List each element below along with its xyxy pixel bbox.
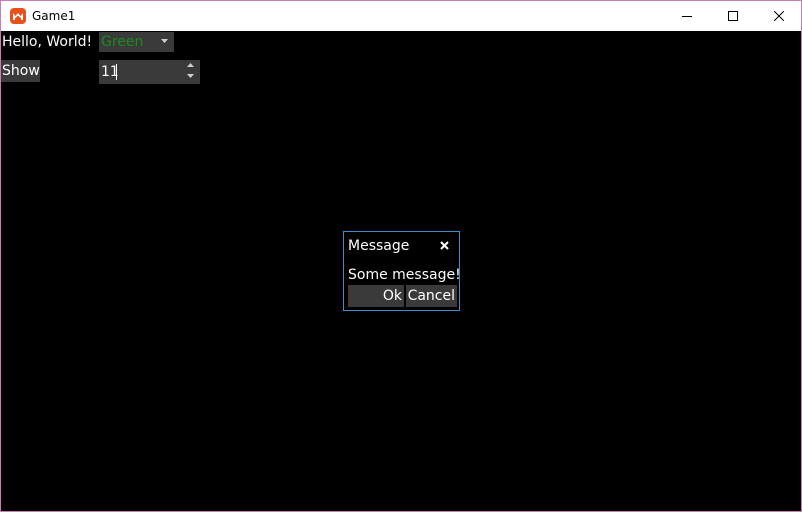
maximize-button[interactable] — [710, 1, 756, 31]
window-title: Game1 — [32, 9, 76, 23]
spin-down-arrow-icon[interactable] — [187, 74, 194, 79]
message-dialog: Message Some message! Ok Cancel — [343, 231, 461, 311]
close-button[interactable] — [756, 1, 802, 31]
app-window: Game1 Hello, World! Green Show 11 Messag… — [0, 0, 802, 512]
text-caret — [116, 64, 117, 80]
spin-up-arrow-icon[interactable] — [187, 63, 194, 68]
game-canvas: Hello, World! Green Show 11 Message Some… — [1, 31, 801, 511]
number-spinbutton[interactable]: 11 — [99, 60, 200, 84]
close-icon — [774, 11, 784, 21]
minimize-icon — [682, 16, 692, 17]
color-combobox[interactable]: Green — [99, 32, 174, 52]
monogame-app-icon — [10, 8, 26, 24]
dialog-message: Some message! — [348, 267, 461, 283]
hello-label: Hello, World! — [2, 34, 93, 50]
title-bar[interactable]: Game1 — [1, 1, 801, 31]
combobox-selected-value: Green — [101, 34, 144, 50]
cancel-button[interactable]: Cancel — [406, 285, 457, 307]
dialog-title: Message — [348, 238, 410, 254]
dialog-close-icon[interactable] — [440, 241, 449, 250]
dropdown-arrow-icon — [161, 39, 168, 43]
maximize-icon — [728, 11, 738, 21]
ok-button[interactable]: Ok — [348, 285, 404, 307]
show-button[interactable]: Show — [1, 60, 40, 82]
minimize-button[interactable] — [664, 1, 710, 31]
